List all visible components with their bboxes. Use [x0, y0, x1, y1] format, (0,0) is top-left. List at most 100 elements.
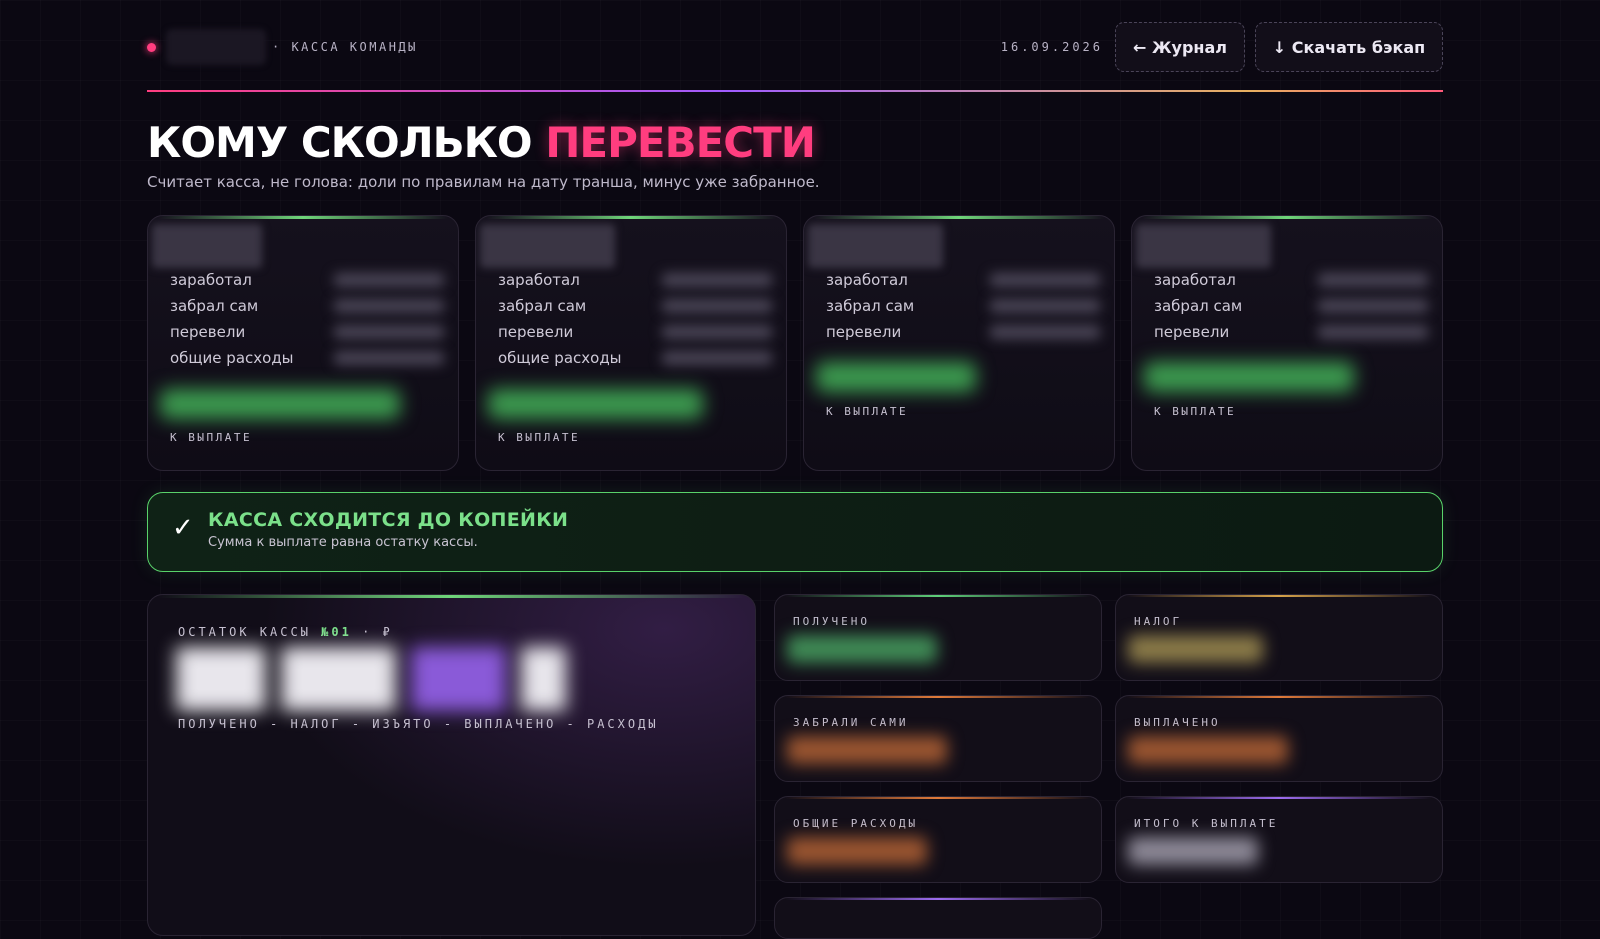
row-value-redacted — [1318, 299, 1428, 313]
stat-paid-out: ВЫПЛАЧЕНО — [1115, 695, 1443, 782]
person-card: заработал забрал сам перевели общие расх… — [147, 215, 459, 471]
row-label: общие расходы — [170, 349, 294, 367]
earned-row: заработал — [170, 268, 444, 292]
cash-balance-title: ОСТАТОК КАССЫ — [178, 625, 311, 639]
row-label: забрал сам — [826, 297, 915, 315]
shared-expenses-row: общие расходы — [170, 346, 444, 370]
page-title-main: КОМУ СКОЛЬКО — [147, 118, 533, 167]
stat-tax: НАЛОГ — [1115, 594, 1443, 681]
check-icon: ✓ — [172, 513, 194, 543]
stat-value-redacted — [787, 736, 947, 764]
row-value-redacted — [990, 299, 1100, 313]
transferred-row: перевели — [826, 320, 1100, 344]
stat-card-partial — [774, 897, 1102, 939]
row-value-redacted — [662, 299, 772, 313]
stat-value-redacted — [1128, 635, 1263, 663]
stat-total-payout: ИТОГО К ВЫПЛАТЕ — [1115, 796, 1443, 883]
payout-amount-redacted — [488, 389, 703, 419]
payout-amount-redacted — [816, 362, 976, 392]
row-value-redacted — [334, 299, 444, 313]
stat-value-redacted — [787, 837, 927, 865]
cash-balance-amount-redacted — [176, 647, 566, 711]
amount-segment — [176, 647, 266, 711]
earned-row: заработал — [826, 268, 1100, 292]
status-dot — [147, 42, 156, 52]
stat-label: ЗАБРАЛИ САМИ — [793, 716, 909, 729]
person-name-redacted — [1136, 224, 1271, 268]
transferred-row: перевели — [498, 320, 772, 344]
row-label: заработал — [498, 271, 580, 289]
row-label: забрал сам — [1154, 297, 1243, 315]
payout-label: К ВЫПЛАТЕ — [826, 405, 909, 418]
brand: · КАССА КОМАНДЫ — [147, 22, 418, 72]
payout-cards: заработал забрал сам перевели общие расх… — [147, 215, 1443, 471]
payout-label: К ВЫПЛАТЕ — [170, 431, 253, 444]
person-name-redacted — [808, 224, 943, 268]
row-label: перевели — [826, 323, 902, 341]
row-value-redacted — [662, 325, 772, 339]
row-label: забрал сам — [498, 297, 587, 315]
amount-segment — [281, 647, 396, 711]
transferred-row: перевели — [170, 320, 444, 344]
row-value-redacted — [334, 351, 444, 365]
payout-amount-redacted — [160, 389, 400, 419]
shared-expenses-row: общие расходы — [498, 346, 772, 370]
balance-formula: ПОЛУЧЕНО - НАЛОГ - ИЗЪЯТО - ВЫПЛАЧЕНО - … — [178, 717, 659, 731]
row-value-redacted — [662, 351, 772, 365]
payout-amount-redacted — [1144, 362, 1354, 392]
stat-label: ИТОГО К ВЫПЛАТЕ — [1134, 817, 1279, 830]
row-label: перевели — [1154, 323, 1230, 341]
download-backup-button[interactable]: ↓ Скачать бэкап — [1255, 22, 1443, 72]
stat-value-redacted — [787, 635, 937, 663]
stat-label: ОБЩИЕ РАСХОДЫ — [793, 817, 919, 830]
cash-balance-panel: ОСТАТОК КАССЫ №01 · ₽ ПОЛУЧЕНО - НАЛОГ -… — [147, 594, 756, 936]
stat-value-redacted — [1128, 837, 1258, 865]
person-name-redacted — [480, 224, 615, 268]
row-label: общие расходы — [498, 349, 622, 367]
currency-label: · ₽ — [362, 625, 393, 639]
journal-button[interactable]: ← Журнал — [1115, 22, 1245, 72]
page-title-accent: ПЕРЕВЕСТИ — [545, 118, 816, 167]
taken-row: забрал сам — [826, 294, 1100, 318]
row-value-redacted — [334, 273, 444, 287]
amount-segment — [521, 647, 566, 711]
earned-row: заработал — [498, 268, 772, 292]
stat-value-redacted — [1128, 736, 1288, 764]
taken-row: забрал сам — [1154, 294, 1428, 318]
cash-balance-label: ОСТАТОК КАССЫ №01 · ₽ — [178, 625, 393, 639]
stat-label: ВЫПЛАЧЕНО — [1134, 716, 1221, 729]
row-label: перевели — [170, 323, 246, 341]
taken-row: забрал сам — [170, 294, 444, 318]
row-label: заработал — [826, 271, 908, 289]
row-value-redacted — [990, 273, 1100, 287]
taken-row: забрал сам — [498, 294, 772, 318]
banner-title: КАССА СХОДИТСЯ ДО КОПЕЙКИ — [208, 509, 569, 531]
stat-received: ПОЛУЧЕНО — [774, 594, 1102, 681]
row-value-redacted — [334, 325, 444, 339]
amount-segment — [411, 647, 506, 711]
cash-register-number: №01 — [321, 625, 352, 639]
page-subtitle: Считает касса, не голова: доли по правил… — [147, 173, 820, 191]
row-label: заработал — [1154, 271, 1236, 289]
banner-subtitle: Сумма к выплате равна остатку кассы. — [208, 535, 478, 550]
stat-label: НАЛОГ — [1134, 615, 1183, 628]
person-card: заработал забрал сам перевели общие расх… — [475, 215, 787, 471]
stat-shared-expenses: ОБЩИЕ РАСХОДЫ — [774, 796, 1102, 883]
brand-subtitle: · КАССА КОМАНДЫ — [272, 40, 418, 54]
payout-label: К ВЫПЛАТЕ — [498, 431, 581, 444]
balance-check-banner: ✓ КАССА СХОДИТСЯ ДО КОПЕЙКИ Сумма к выпл… — [147, 492, 1443, 572]
row-label: забрал сам — [170, 297, 259, 315]
transferred-row: перевели — [1154, 320, 1428, 344]
top-bar: · КАССА КОМАНДЫ 16.09.2026 ← Журнал ↓ Ск… — [147, 22, 1443, 72]
team-name-redacted — [166, 29, 266, 65]
row-value-redacted — [1318, 325, 1428, 339]
person-name-redacted — [152, 224, 262, 268]
row-value-redacted — [662, 273, 772, 287]
stat-taken-by-self: ЗАБРАЛИ САМИ — [774, 695, 1102, 782]
stat-label: ПОЛУЧЕНО — [793, 615, 870, 628]
row-label: заработал — [170, 271, 252, 289]
payout-label: К ВЫПЛАТЕ — [1154, 405, 1237, 418]
page-title: КОМУ СКОЛЬКО ПЕРЕВЕСТИ — [147, 118, 816, 167]
earned-row: заработал — [1154, 268, 1428, 292]
row-value-redacted — [990, 325, 1100, 339]
